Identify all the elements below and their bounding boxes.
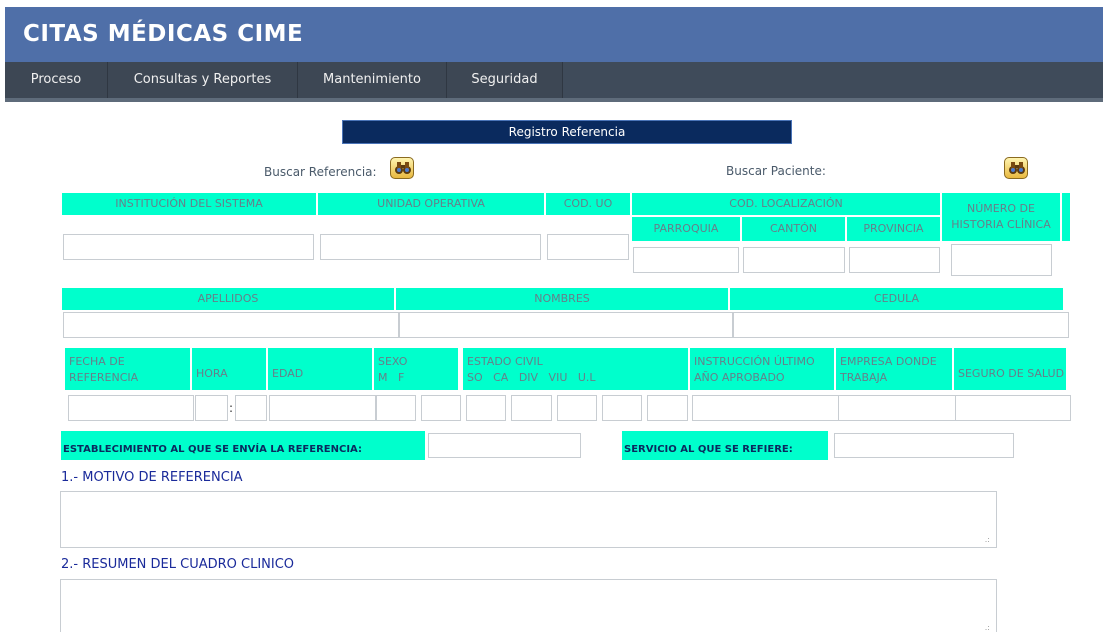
canton-input[interactable] <box>743 247 845 273</box>
header-estado-label: ESTADO CIVIL <box>467 355 543 368</box>
menu-shadow <box>5 98 1103 102</box>
sexo-m-input[interactable] <box>376 395 416 421</box>
header-hora: HORA <box>192 348 266 390</box>
hora-separator: : <box>229 401 234 415</box>
cod-uo-input[interactable] <box>547 234 629 260</box>
nombres-input[interactable] <box>399 312 733 338</box>
establecimiento-label: ESTABLECIMIENTO AL QUE SE ENVÍA LA REFER… <box>61 431 425 460</box>
header-instruccion: INSTRUCCIÓN ÚLTIMO AÑO APROBADO <box>690 348 834 390</box>
form-title: Registro Referencia <box>342 120 792 144</box>
header-fecha-line2: REFERENCIA <box>69 371 139 384</box>
header-estado-options: SO CA DIV VIU U.L <box>467 371 596 384</box>
header-unidad-operativa: UNIDAD OPERATIVA <box>318 193 544 215</box>
header-instruccion-line1: INSTRUCCIÓN ÚLTIMO <box>694 355 815 368</box>
sexo-f-input[interactable] <box>421 395 461 421</box>
estado-ca-input[interactable] <box>511 395 552 421</box>
establecimiento-input[interactable] <box>428 433 581 458</box>
header-fecha-referencia: FECHA DE REFERENCIA <box>65 348 190 390</box>
cedula-input[interactable] <box>733 312 1069 338</box>
provincia-input[interactable] <box>849 247 940 273</box>
header-sexo-options: M F <box>378 371 405 384</box>
header-cedula: CEDULA <box>730 288 1063 310</box>
search-referencia-label: Buscar Referencia: <box>264 165 377 179</box>
estado-so-input[interactable] <box>466 395 506 421</box>
app-header: CITAS MÉDICAS CIME <box>5 7 1103 62</box>
app-title: CITAS MÉDICAS CIME <box>23 21 304 47</box>
header-parroquia: PARROQUIA <box>632 217 740 241</box>
header-estado-civil: ESTADO CIVIL SO CA DIV VIU U.L <box>463 348 688 390</box>
header-spacer <box>1062 193 1070 241</box>
unidad-operativa-input[interactable] <box>320 234 541 260</box>
resize-grip-icon[interactable]: .: <box>985 535 990 544</box>
menu-item-seguridad[interactable]: Seguridad <box>447 62 563 98</box>
header-edad: EDAD <box>268 348 372 390</box>
header-apellidos: APELLIDOS <box>62 288 394 310</box>
apellidos-input[interactable] <box>63 312 399 338</box>
motivo-textarea[interactable]: .: <box>60 491 997 548</box>
header-seguro-salud: SEGURO DE SALUD <box>954 348 1066 390</box>
menu-item-consultas[interactable]: Consultas y Reportes <box>108 62 298 98</box>
historia-clinica-input[interactable] <box>951 244 1052 276</box>
search-referencia-button[interactable] <box>390 157 414 179</box>
header-historia-line2: HISTORIA CLÍNICA <box>951 218 1051 231</box>
header-cod-uo: COD. UO <box>546 193 630 215</box>
search-paciente-button[interactable] <box>1004 157 1028 179</box>
seguro-salud-input[interactable] <box>955 395 1071 421</box>
header-historia-line1: NÚMERO DE <box>967 202 1035 215</box>
header-cod-localizacion: COD. LOCALIZACIÓN <box>632 193 940 215</box>
estado-viu-input[interactable] <box>602 395 642 421</box>
header-historia-clinica: NÚMERO DE HISTORIA CLÍNICA <box>942 193 1060 241</box>
header-sexo-label: SEXO <box>378 355 408 368</box>
binoculars-icon <box>1009 162 1025 174</box>
header-fecha-line1: FECHA DE <box>69 355 125 368</box>
parroquia-input[interactable] <box>633 247 739 273</box>
resize-grip-icon[interactable]: .: <box>985 623 990 632</box>
header-empresa-line1: EMPRESA DONDE <box>840 355 937 368</box>
fecha-referencia-input[interactable] <box>68 395 194 421</box>
estado-ul-input[interactable] <box>647 395 688 421</box>
search-paciente-label: Buscar Paciente: <box>726 164 826 178</box>
institucion-input[interactable] <box>63 234 314 260</box>
edad-input[interactable] <box>269 395 376 421</box>
menu-item-mantenimiento[interactable]: Mantenimiento <box>298 62 447 98</box>
minuto-input[interactable] <box>235 395 267 421</box>
menu-item-proceso[interactable]: Proceso <box>5 62 108 98</box>
resumen-title: 2.- RESUMEN DEL CUADRO CLINICO <box>61 557 295 572</box>
header-sexo: SEXO M F <box>374 348 458 390</box>
motivo-title: 1.- MOTIVO DE REFERENCIA <box>61 470 243 485</box>
servicio-input[interactable] <box>834 433 1014 458</box>
main-menu: Proceso Consultas y Reportes Mantenimien… <box>5 62 1103 100</box>
header-empresa: EMPRESA DONDE TRABAJA <box>836 348 952 390</box>
servicio-label: SERVICIO AL QUE SE REFIERE: <box>622 431 828 460</box>
estado-div-input[interactable] <box>557 395 597 421</box>
header-nombres: NOMBRES <box>396 288 728 310</box>
instruccion-input[interactable] <box>692 395 839 421</box>
header-institucion: INSTITUCIÓN DEL SISTEMA <box>62 193 316 215</box>
header-provincia: PROVINCIA <box>847 217 940 241</box>
header-canton: CANTÓN <box>742 217 845 241</box>
hora-input[interactable] <box>195 395 228 421</box>
empresa-input[interactable] <box>838 395 956 421</box>
header-empresa-line2: TRABAJA <box>840 371 888 384</box>
resumen-textarea[interactable]: .: <box>60 579 997 632</box>
binoculars-icon <box>395 162 411 174</box>
header-instruccion-line2: AÑO APROBADO <box>694 371 785 384</box>
